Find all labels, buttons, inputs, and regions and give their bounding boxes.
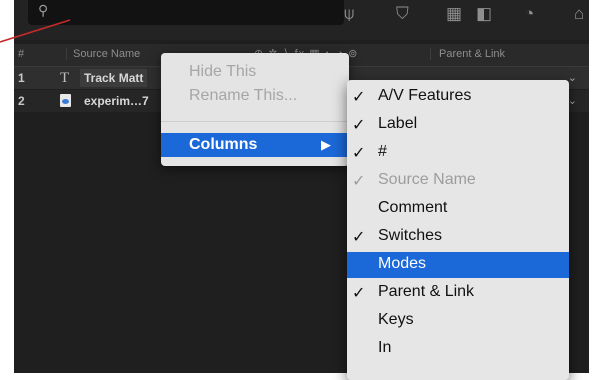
text-layer-icon: T xyxy=(60,70,70,86)
layer-number: 1 xyxy=(18,71,25,85)
submenu-item-label: Parent & Link xyxy=(378,283,475,300)
submenu-item-label: Keys xyxy=(378,311,414,328)
frame-blending-icon[interactable]: ▦ xyxy=(446,4,462,24)
submenu-item-label: Modes xyxy=(378,255,427,272)
submenu-item-parent-link[interactable]: ✓ Parent & Link xyxy=(347,280,569,306)
submenu-item-modes[interactable]: Modes xyxy=(347,252,569,278)
columns-submenu: ✓ A/V Features ✓ Label ✓ # ✓ Source Name… xyxy=(347,80,569,380)
submenu-item-label: In xyxy=(378,339,392,356)
checkmark-icon: ✓ xyxy=(352,145,366,162)
submenu-item-label: Switches xyxy=(378,227,443,244)
image-border-right xyxy=(589,0,599,373)
layer-name[interactable]: experim…7 xyxy=(84,94,149,108)
menu-item-columns-label: Columns xyxy=(189,136,258,153)
chevron-down-icon[interactable]: ⌄ xyxy=(568,71,577,84)
timeline-toolbar: ⚲ ⍦ ⛉ ▦ ◧ ◔ ⌂ xyxy=(14,0,589,40)
graph-editor-icon[interactable]: ◔ xyxy=(524,4,534,24)
column-source-name[interactable]: Source Name xyxy=(66,48,140,60)
shy-icon[interactable]: ⍦ xyxy=(344,4,354,24)
draft-3d-icon[interactable]: ⛉ xyxy=(396,4,409,24)
menu-item-rename-this: Rename This... xyxy=(189,87,298,104)
checkmark-icon: ✓ xyxy=(352,89,366,106)
submenu-item-label: # xyxy=(378,143,387,160)
checkmark-icon: ✓ xyxy=(352,117,366,134)
submenu-arrow-icon: ▶ xyxy=(321,137,331,152)
motion-blur-icon[interactable]: ◧ xyxy=(476,4,492,24)
menu-separator xyxy=(161,121,349,122)
chevron-down-icon[interactable]: ⌄ xyxy=(568,94,577,107)
submenu-item-label: Label xyxy=(378,115,418,132)
menu-item-hide-this: Hide This xyxy=(189,63,257,80)
checkmark-icon: ✓ xyxy=(352,173,366,190)
checkmark-icon: ✓ xyxy=(352,229,366,246)
annotation-line xyxy=(0,19,71,43)
submenu-item-in[interactable]: In xyxy=(347,336,569,362)
submenu-item-comment[interactable]: Comment xyxy=(347,196,569,222)
submenu-item-source-name: ✓ Source Name xyxy=(347,168,569,194)
context-menu: Hide This Rename This... Columns ▶ xyxy=(161,53,349,166)
layer-search-input[interactable]: ⚲ xyxy=(28,0,344,25)
submenu-item-label: A/V Features xyxy=(378,87,472,104)
submenu-item-label: Source Name xyxy=(378,171,476,188)
checkmark-icon: ✓ xyxy=(352,285,366,302)
submenu-item-av-features[interactable]: ✓ A/V Features xyxy=(347,84,569,110)
footage-file-icon xyxy=(60,94,71,107)
column-parent-link[interactable]: Parent & Link xyxy=(430,48,505,60)
layer-name[interactable]: Track Matt xyxy=(80,69,148,87)
chart-icon[interactable]: ⌂ xyxy=(574,4,584,24)
submenu-item-label-column[interactable]: ✓ Label xyxy=(347,112,569,138)
submenu-item-label: Comment xyxy=(378,199,448,216)
submenu-item-switches[interactable]: ✓ Switches xyxy=(347,224,569,250)
submenu-item-hash[interactable]: ✓ # xyxy=(347,140,569,166)
submenu-item-keys[interactable]: Keys xyxy=(347,308,569,334)
menu-item-columns[interactable]: Columns ▶ xyxy=(161,133,349,157)
layer-number: 2 xyxy=(18,94,25,108)
